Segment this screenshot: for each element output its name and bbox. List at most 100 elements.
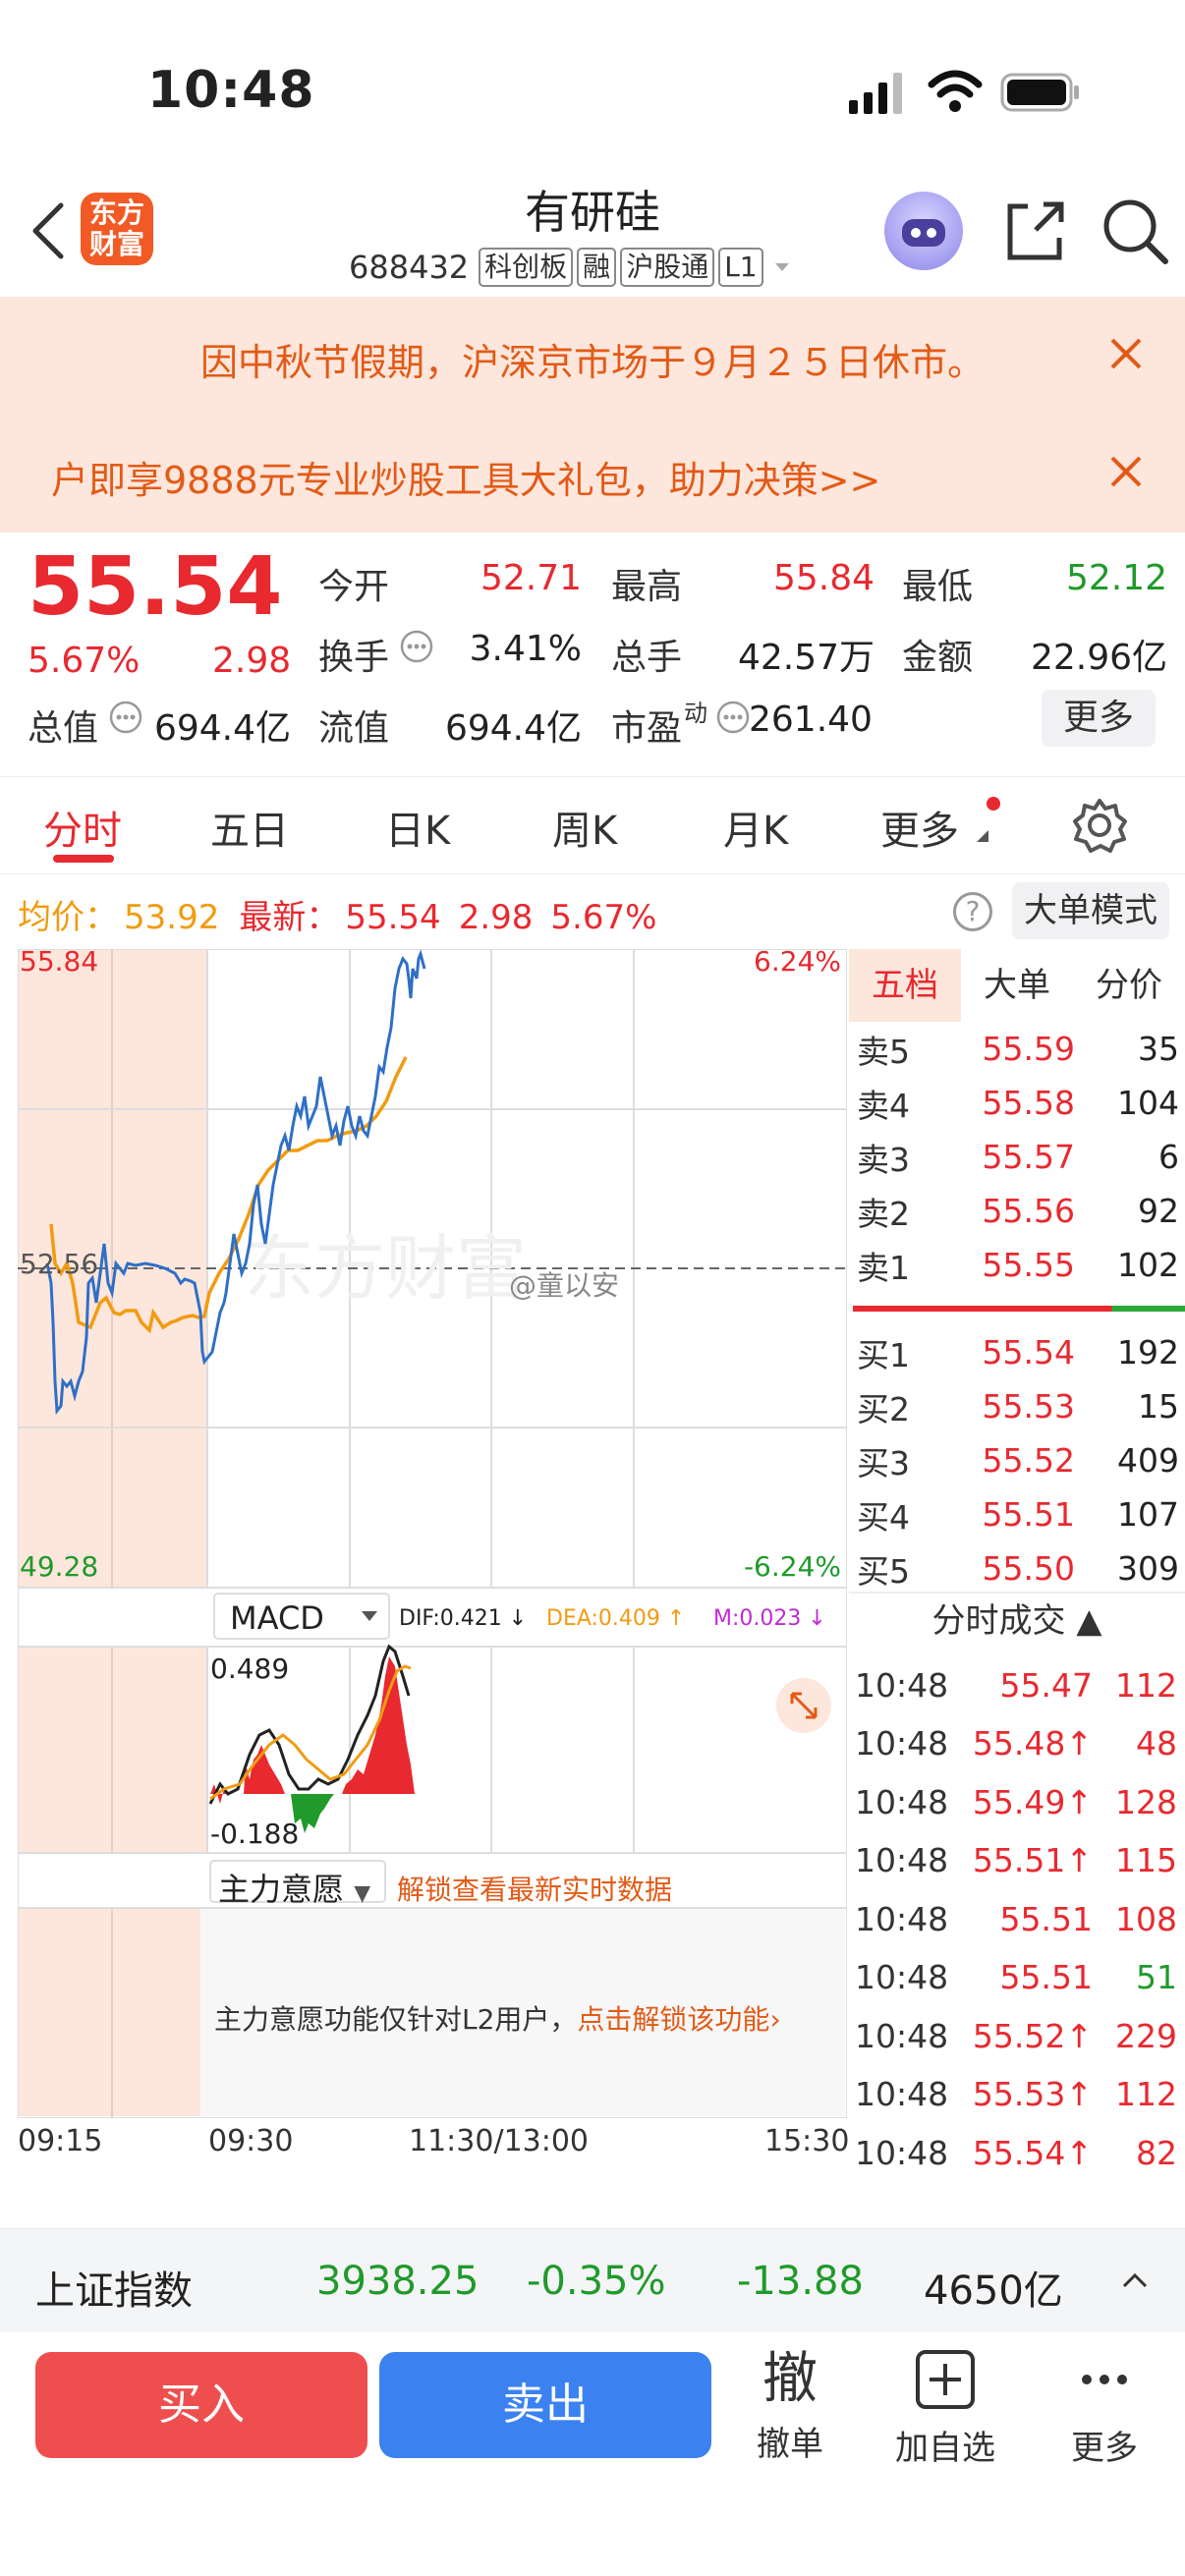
l2-notice-text: 主力意愿功能仅针对L2用户， <box>214 2003 578 2036</box>
tab-large-orders[interactable]: 大单 <box>961 949 1073 1022</box>
holiday-notice-text: 因中秋节假期，沪深京市场于９月２５日休市。 <box>199 341 985 384</box>
tick-time: 10:48 <box>855 1665 949 1705</box>
ask-row: 卖4 55.58 104 <box>857 1084 1179 1125</box>
main-force-selector[interactable]: 主力意愿 ▼ <box>218 1865 370 1910</box>
macd-chart[interactable]: MACD DIF:0.421 ↓ DEA:0.409 ↑ M:0.023 ↓ 0… <box>18 1588 847 1853</box>
current-price: 55.54 <box>28 540 283 634</box>
pct-max-label: 6.24% <box>754 949 841 978</box>
tick-price: 55.53↑ <box>972 2075 1093 2113</box>
pct-min-label: -6.24% <box>744 1550 841 1583</box>
bid-row: 买2 55.53 15 <box>857 1387 1179 1428</box>
add-watchlist-label: 加自选 <box>895 2429 995 2468</box>
promo-banner[interactable]: 户即享9888元专业炒股工具大礼包，助力决策>> <box>0 415 1185 532</box>
tab-weekly-k[interactable]: 周K <box>552 799 617 856</box>
trade-tick-row: 10:48 55.51 51 <box>855 1949 1177 2006</box>
ask-row: 卖2 55.56 92 <box>857 1192 1179 1233</box>
turnover-label: 换手 <box>318 638 390 678</box>
chevron-up-icon <box>1122 2272 1148 2288</box>
tab-five-day[interactable]: 五日 <box>210 799 289 856</box>
tab-intraday[interactable]: 分时 <box>43 799 122 856</box>
buy-button[interactable]: 买入 <box>35 2352 367 2458</box>
add-watchlist-button[interactable]: 加自选 <box>886 2348 1004 2469</box>
close-icon[interactable] <box>1104 332 1148 375</box>
volume-value: 42.57万 <box>737 638 875 678</box>
y-min-label: 49.28 <box>20 1550 98 1583</box>
tick-time: 10:48 <box>855 2016 949 2055</box>
wifi-icon <box>928 70 983 112</box>
tick-time: 10:48 <box>855 1724 949 1763</box>
holiday-notice-banner[interactable]: 因中秋节假期，沪深京市场于９月２５日休市。 <box>0 297 1185 415</box>
tick-time: 10:48 <box>855 1841 949 1879</box>
stock-code-row[interactable]: 688432 科创板 融 沪股通 L1 <box>349 246 797 289</box>
tab-daily-k[interactable]: 日K <box>385 799 450 856</box>
tick-price: 55.51↑ <box>972 1841 1093 1879</box>
close-icon[interactable] <box>1104 450 1148 493</box>
ask-row: 卖3 55.57 6 <box>857 1138 1179 1179</box>
tick-time: 10:48 <box>855 2133 949 2172</box>
tick-time: 10:48 <box>855 1899 949 1938</box>
tick-volume: 51 <box>1136 1958 1177 1996</box>
tick-volume: 128 <box>1115 1782 1177 1821</box>
tick-volume: 115 <box>1115 1841 1177 1879</box>
trade-tick-row: 10:48 55.47 112 <box>855 1656 1177 1713</box>
search-icon[interactable] <box>1100 196 1169 265</box>
l2-notice: 主力意愿功能仅针对L2用户，点击解锁该功能› <box>214 1998 781 2038</box>
tab-five-levels[interactable]: 五档 <box>849 949 961 1022</box>
tick-price: 55.51 <box>999 1899 1093 1938</box>
turnover-value: 3.41% <box>469 629 582 669</box>
change-amount: 2.98 <box>212 641 292 681</box>
main-force-panel: 主力意愿 ▼ 解锁查看最新实时数据 主力意愿功能仅针对L2用户，点击解锁该功能› <box>18 1853 847 2118</box>
unlock-realtime-link[interactable]: 解锁查看最新实时数据 <box>397 1869 672 1908</box>
assistant-robot-icon[interactable] <box>884 192 963 270</box>
info-dots-icon[interactable] <box>399 629 434 664</box>
tab-price-breakdown[interactable]: 分价 <box>1073 949 1185 1022</box>
large-order-mode-button[interactable]: 大单模式 <box>1012 882 1169 939</box>
promo-text: 户即享9888元专业炒股工具大礼包，助力决策>> <box>51 459 881 502</box>
high-value: 55.84 <box>772 558 875 598</box>
y-max-label: 55.84 <box>20 949 98 978</box>
index-amount: 4650亿 <box>924 2268 1063 2314</box>
buy-sell-ratio-bar <box>853 1306 1185 1312</box>
tick-price: 55.51 <box>999 1958 1093 1996</box>
amount-value: 22.96亿 <box>1030 638 1167 678</box>
bid-row: 买1 55.54 192 <box>857 1333 1179 1374</box>
trade-tick-row: 10:48 55.51 108 <box>855 1890 1177 1947</box>
index-ticker-bar[interactable]: 上证指数 3938.25 -0.35% -13.88 4650亿 <box>0 2228 1185 2332</box>
bid-row: 买3 55.52 409 <box>857 1441 1179 1483</box>
trade-tick-row: 10:48 55.49↑ 128 <box>855 1773 1177 1830</box>
index-percent: -0.35% <box>527 2259 666 2304</box>
watermark-text: 东方财富 <box>244 1227 527 1310</box>
order-book-tabs: 五档 大单 分价 <box>849 949 1185 1022</box>
pe-label: 市盈 <box>611 708 683 749</box>
intraday-chart[interactable]: 东方财富 @童以安 55.84 52.56 49.28 6.24% -6.24% <box>18 949 847 1588</box>
latest-change: 2.98 <box>458 898 534 937</box>
cancel-order-button[interactable]: 撤 撤单 <box>731 2348 849 2465</box>
intraday-summary: 均价： 53.92 最新： 55.54 2.98 5.67% <box>18 890 662 938</box>
unlock-feature-link[interactable]: 点击解锁该功能 <box>577 2003 769 2036</box>
sell-button[interactable]: 卖出 <box>379 2352 711 2458</box>
trade-ticks-header[interactable]: 分时成交 ▲ <box>849 1592 1185 1647</box>
more-actions-label: 更多 <box>1071 2429 1138 2468</box>
more-actions-button[interactable]: 更多 <box>1045 2348 1163 2469</box>
volume-label: 总手 <box>611 638 683 678</box>
corner-triangle-icon <box>977 830 988 842</box>
tick-volume: 82 <box>1136 2133 1177 2172</box>
avg-label: 均价： <box>18 898 118 937</box>
y-mid-label: 52.56 <box>20 1248 98 1280</box>
pe-value: 261.40 <box>749 700 873 740</box>
tag-margin: 融 <box>577 248 617 287</box>
share-icon[interactable] <box>1000 196 1069 265</box>
trade-tick-row: 10:48 55.54↑ 82 <box>855 2124 1177 2181</box>
active-tab-indicator <box>53 855 114 863</box>
info-dots-icon[interactable] <box>715 700 751 735</box>
bid-row: 买5 55.50 309 <box>857 1549 1179 1591</box>
quote-more-button[interactable]: 更多 <box>1042 690 1156 747</box>
tab-monthly-k[interactable]: 月K <box>723 799 788 856</box>
index-name: 上证指数 <box>35 2268 193 2314</box>
ask-row: 卖1 55.55 102 <box>857 1246 1179 1287</box>
tick-price: 55.49↑ <box>972 1782 1093 1821</box>
gear-icon[interactable] <box>1071 797 1128 854</box>
help-icon[interactable]: ? <box>953 892 992 931</box>
float-mv-value: 694.4亿 <box>444 708 582 749</box>
tab-more[interactable]: 更多 <box>880 799 959 856</box>
